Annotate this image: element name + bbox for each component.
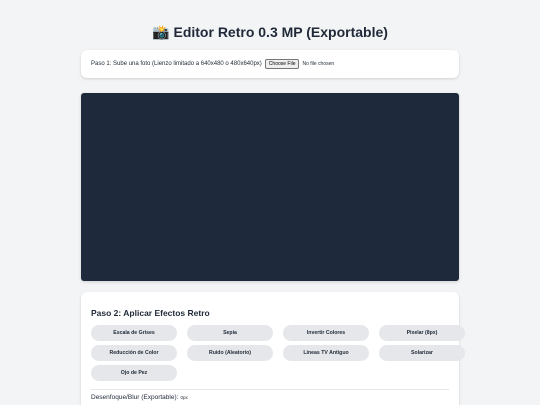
upload-label: Paso 1: Sube una foto (Lienzo limitado a… [91, 61, 262, 67]
image-canvas[interactable] [81, 93, 459, 281]
invert-colors-button[interactable]: Invertir Colores [283, 325, 369, 341]
page-title: 📸 Editor Retro 0.3 MP (Exportable) [0, 24, 540, 41]
old-tv-lines-button[interactable]: Líneas TV Antiguo [283, 345, 369, 361]
choose-file-button[interactable]: Choose File [264, 59, 300, 69]
divider [91, 389, 449, 390]
effects-heading: Paso 2: Aplicar Efectos Retro [91, 308, 210, 318]
grayscale-button[interactable]: Escala de Grises [91, 325, 177, 341]
pixelate-button[interactable]: Pixelar (8px) [379, 325, 465, 341]
camera-with-flash-icon: 📸 [152, 25, 170, 41]
color-reduction-button[interactable]: Reducción de Color [91, 345, 177, 361]
solarize-button[interactable]: Solarizar [379, 345, 465, 361]
effects-card: Paso 2: Aplicar Efectos Retro Escala de … [81, 292, 465, 405]
page: 📸 Editor Retro 0.3 MP (Exportable) Paso 1… [0, 0, 540, 405]
blur-control: Desenfoque/Blur (Exportable): 0px [91, 394, 449, 401]
blur-label: Desenfoque/Blur (Exportable): [91, 394, 179, 401]
noise-button[interactable]: Ruido (Aleatorio) [187, 345, 273, 361]
file-status: No file chosen [302, 61, 335, 67]
effects-button-grid: Escala de Grises Sepia Invertir Colores … [91, 325, 465, 381]
page-title-text: Editor Retro 0.3 MP (Exportable) [173, 24, 388, 40]
blur-value: 0px [180, 395, 188, 400]
sepia-button[interactable]: Sepia [187, 325, 273, 341]
upload-card: Paso 1: Sube una foto (Lienzo limitado a… [81, 50, 459, 78]
fisheye-button[interactable]: Ojo de Pez [91, 365, 177, 381]
